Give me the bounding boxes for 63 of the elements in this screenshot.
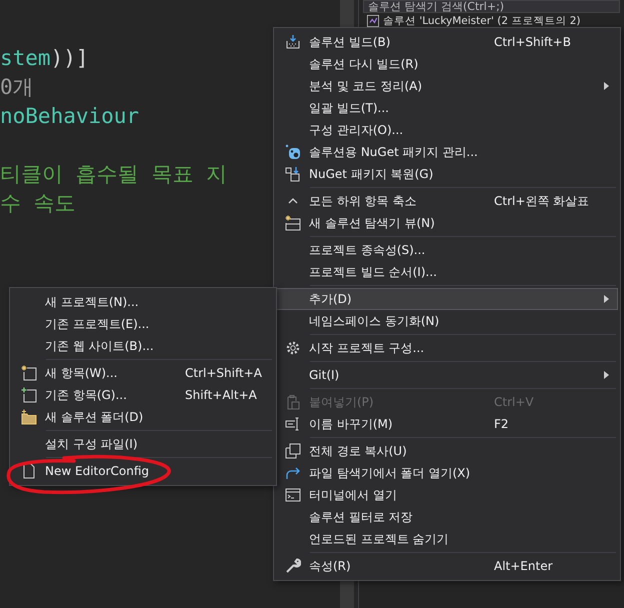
menu-item[interactable]: 새 프로젝트(N)... (12, 291, 274, 313)
menu-item[interactable]: 기존 항목(G)... Shift+Alt+A (12, 384, 274, 406)
menu-item[interactable]: 기존 프로젝트(E)... (12, 313, 274, 335)
menu-item[interactable]: 설치 구성 파일(I) (12, 433, 274, 455)
solution-icon (367, 14, 379, 26)
copy-icon (285, 443, 301, 459)
submenu-arrow-icon (604, 371, 609, 379)
menu-item[interactable]: 시작 프로젝트 구성... (276, 337, 618, 359)
build-icon (285, 34, 301, 50)
menu-item[interactable]: 솔루션 빌드(B) Ctrl+Shift+B (276, 31, 618, 53)
menu-item[interactable]: 전체 경로 복사(U) (276, 440, 618, 462)
menu-item[interactable]: 추가(D) (276, 288, 618, 310)
shortcut-text: F2 (494, 417, 510, 431)
code-line: stem))] (0, 45, 89, 72)
shortcut-text: Shift+Alt+A (185, 388, 258, 402)
menu-item[interactable]: 프로젝트 종속성(S)... (276, 239, 618, 261)
code-line: 0개 (0, 74, 34, 101)
shortcut-text: Ctrl+Shift+A (185, 366, 263, 380)
nuget-icon (285, 144, 301, 160)
menu-item[interactable]: New EditorConfig (12, 460, 274, 482)
menu-item[interactable]: 새 솔루션 폴더(D) (12, 406, 274, 428)
terminal-icon (285, 487, 301, 503)
wrench-icon (285, 558, 301, 574)
add-item-icon (21, 387, 37, 403)
shortcut-text: Ctrl+Shift+B (494, 35, 572, 49)
menu-item[interactable]: Git(I) (276, 364, 618, 386)
menu-item[interactable]: 솔루션 다시 빌드(R) (276, 53, 618, 75)
code-line: 티클이 흡수될 목표 지 (0, 161, 227, 188)
clipboard-icon (285, 394, 301, 410)
settings-icon (285, 340, 301, 356)
curved-arrow-icon (285, 465, 301, 481)
shortcut-text: Ctrl+왼쪽 화살표 (494, 192, 590, 210)
menu-item[interactable]: 새 항목(W)... Ctrl+Shift+A (12, 362, 274, 384)
new-window-icon (285, 215, 301, 231)
menu-item[interactable]: 네임스페이스 동기화(N) (276, 310, 618, 332)
code-line: 수 속도 (0, 190, 76, 217)
submenu-arrow-icon (604, 82, 609, 90)
menu-item[interactable]: NuGet 패키지 복원(G) (276, 163, 618, 185)
menu-item[interactable]: 이름 바꾸기(M) F2 (276, 413, 618, 435)
menu-item[interactable]: 기존 웹 사이트(B)... (12, 335, 274, 357)
restore-icon (285, 166, 301, 182)
search-field[interactable]: 솔루션 탐색기 검색(Ctrl+;) (363, 0, 620, 13)
menu-item[interactable]: 새 솔루션 탐색기 뷰(N) (276, 212, 618, 234)
shortcut-text: Ctrl+V (494, 395, 535, 409)
menu-item[interactable]: 속성(R) Alt+Enter (276, 555, 618, 577)
rename-icon (285, 416, 301, 432)
menu-item[interactable]: 프로젝트 빌드 순서(I)... (276, 261, 618, 283)
new-item-icon (21, 365, 37, 381)
menu-item[interactable]: 구성 관리자(O)... (276, 119, 618, 141)
tree-item[interactable]: 솔루션 'LuckyMeister' (2 프로젝트의 2) (383, 14, 580, 26)
shortcut-text: Alt+Enter (494, 559, 554, 573)
menu-item[interactable]: 솔루션용 NuGet 패키지 관리... (276, 141, 618, 163)
code-line: noBehaviour (0, 103, 140, 130)
menu-item[interactable]: 터미널에서 열기 (276, 484, 618, 506)
menu-item[interactable]: 언로드된 프로젝트 숨기기 (276, 528, 618, 550)
submenu-arrow-icon (604, 295, 609, 303)
menu-item[interactable]: 일괄 빌드(T)... (276, 97, 618, 119)
menu-item[interactable]: 모든 하위 항목 축소 Ctrl+왼쪽 화살표 (276, 190, 618, 212)
menu-item[interactable]: 분석 및 코드 정리(A) (276, 75, 618, 97)
menu-item[interactable]: 파일 탐색기에서 폴더 열기(X) (276, 462, 618, 484)
folder-icon (21, 409, 37, 425)
document-icon (21, 463, 37, 479)
menu-item[interactable]: 솔루션 필터로 저장 (276, 506, 618, 528)
